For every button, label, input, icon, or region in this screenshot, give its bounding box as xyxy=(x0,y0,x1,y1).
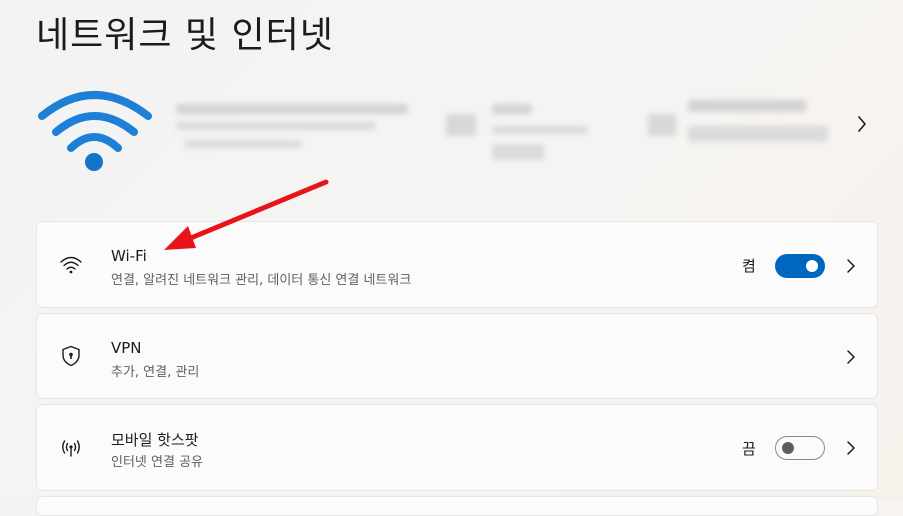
chevron-right-icon[interactable] xyxy=(845,349,857,365)
wifi-subtitle: 연결, 알려진 네트워크 관리, 데이터 통신 연결 네트워크 xyxy=(111,273,412,288)
hotspot-subtitle: 인터넷 연결 공유 xyxy=(111,455,203,470)
redacted-text xyxy=(176,122,376,130)
wifi-large-icon xyxy=(38,91,152,171)
hotspot-state-label: 끔 xyxy=(742,440,756,458)
wifi-icon xyxy=(60,256,82,273)
redacted-text xyxy=(492,104,532,114)
next-card-partial[interactable] xyxy=(36,496,878,516)
vpn-title: VPN xyxy=(111,339,142,357)
toggle-knob xyxy=(782,442,794,454)
redacted-text xyxy=(492,144,544,160)
hotspot-icon xyxy=(62,439,80,457)
page-title: 네트워크 및 인터넷 xyxy=(36,15,334,56)
wifi-title: Wi-Fi xyxy=(111,247,147,265)
chevron-right-icon[interactable] xyxy=(854,114,870,134)
toggle-knob xyxy=(806,260,818,272)
wifi-state-label: 켬 xyxy=(742,257,756,275)
redacted-text xyxy=(176,104,408,114)
chevron-right-icon[interactable] xyxy=(845,440,857,456)
hotspot-title: 모바일 핫스팟 xyxy=(111,431,199,449)
redacted-text xyxy=(492,126,588,134)
redacted-icon xyxy=(446,114,476,136)
chevron-right-icon[interactable] xyxy=(845,258,857,274)
wifi-card[interactable]: Wi-Fi 연결, 알려진 네트워크 관리, 데이터 통신 연결 네트워크 켬 xyxy=(36,221,878,308)
redacted-icon xyxy=(648,114,676,136)
vpn-subtitle: 추가, 연결, 관리 xyxy=(111,365,200,380)
network-status-hero[interactable] xyxy=(36,82,878,182)
redacted-text xyxy=(688,100,806,112)
redacted-text xyxy=(184,140,302,148)
vpn-card[interactable]: VPN 추가, 연결, 관리 xyxy=(36,313,878,399)
mobile-hotspot-card[interactable]: 모바일 핫스팟 인터넷 연결 공유 끔 xyxy=(36,404,878,491)
hotspot-toggle[interactable] xyxy=(775,436,825,460)
wifi-toggle[interactable] xyxy=(775,254,825,278)
vpn-shield-icon xyxy=(62,345,80,367)
redacted-text xyxy=(688,126,828,142)
